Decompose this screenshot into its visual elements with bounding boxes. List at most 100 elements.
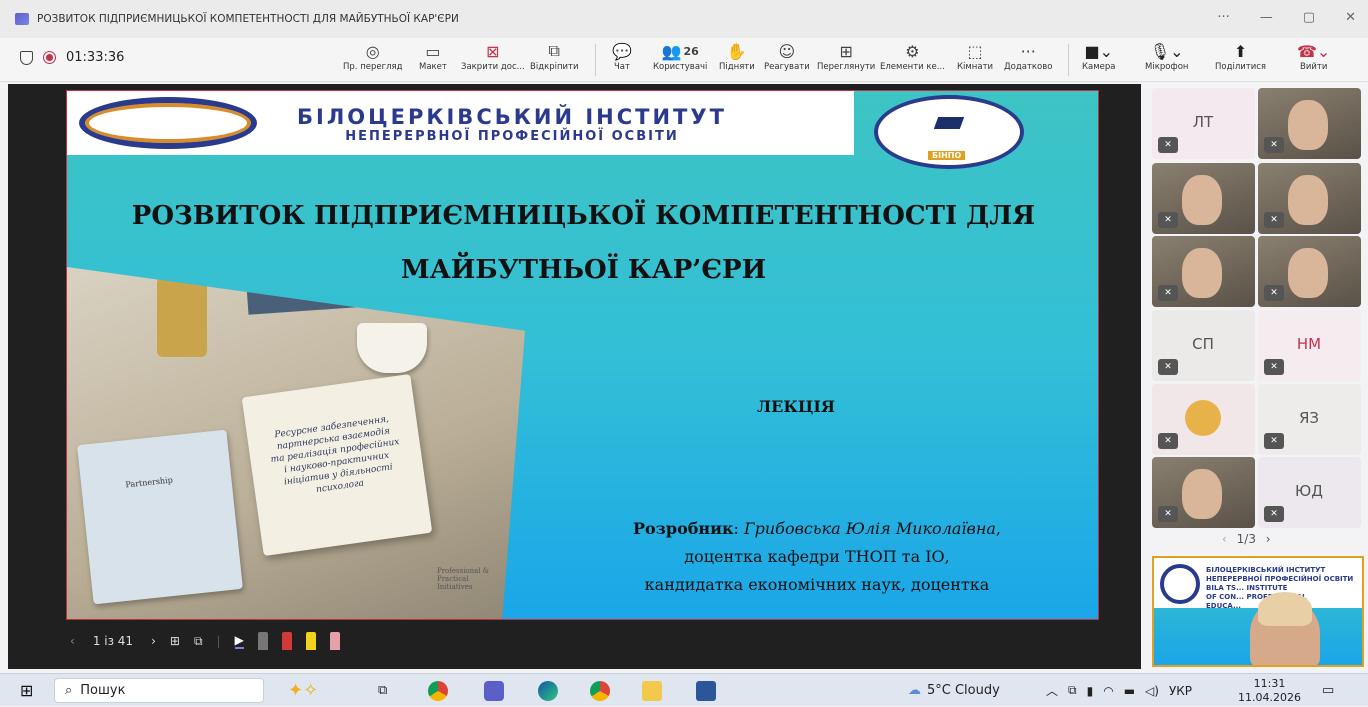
participant-tile[interactable]: НМ ✕ bbox=[1258, 310, 1361, 381]
close-icon[interactable]: ✕ bbox=[1345, 10, 1356, 25]
settings-sliders-icon[interactable]: ⧉ bbox=[194, 634, 203, 649]
camera-button[interactable]: ■⌄ Камера bbox=[1082, 40, 1116, 80]
preview-button[interactable]: ◎ Пр. перегляд bbox=[343, 40, 403, 80]
taskbar-app[interactable] bbox=[428, 674, 448, 707]
participant-tile[interactable]: ✕ bbox=[1152, 457, 1255, 528]
close-share-icon: ⊠ bbox=[486, 41, 500, 61]
mic-muted-icon: ✕ bbox=[1158, 359, 1178, 375]
clipboard-image: Partnership bbox=[77, 430, 243, 605]
copilot-sparkle-icon[interactable]: ✦✧ bbox=[288, 674, 318, 707]
participant-initials: ЮД bbox=[1295, 482, 1323, 500]
mic-tray-icon[interactable]: ▮ bbox=[1087, 684, 1094, 698]
taskbar-search[interactable]: ⌕ Пошук bbox=[54, 678, 264, 703]
author-block: Розробник: Грибовська Юлія Миколаївна, д… bbox=[632, 519, 1002, 594]
mic-muted-icon: ✕ bbox=[1264, 137, 1284, 153]
participant-tile[interactable]: ✕ bbox=[1152, 384, 1255, 455]
view-button[interactable]: ⊞ Переглянути bbox=[817, 40, 875, 80]
maximize-icon[interactable]: ▢ bbox=[1303, 10, 1315, 25]
participant-tile[interactable]: ✕ bbox=[1258, 88, 1361, 159]
participant-tile[interactable]: ✕ bbox=[1258, 163, 1361, 234]
grid-view-icon[interactable]: ⊞ bbox=[170, 634, 180, 648]
more-button[interactable]: ··· Додатково bbox=[1004, 40, 1052, 80]
pointer-tool-icon[interactable]: ▶ bbox=[234, 633, 244, 649]
presenter-video-tile[interactable]: БІЛОЦЕРКІВСЬКИЙ ІНСТИТУТ НЕПЕРЕРВНОЇ ПРО… bbox=[1152, 556, 1364, 667]
next-slide-icon[interactable]: › bbox=[151, 634, 156, 648]
leave-button[interactable]: ☎⌄ Вийти bbox=[1297, 40, 1330, 80]
stop-sharing-button[interactable]: ⊠ Закрити дос... bbox=[461, 40, 525, 80]
pencil-cup-image bbox=[157, 277, 207, 357]
wifi-icon[interactable]: ◠ bbox=[1103, 684, 1113, 698]
more-icon: ··· bbox=[1020, 41, 1036, 61]
mic-muted-icon: ✕ bbox=[1264, 285, 1284, 301]
notebook-image: Ресурсне забезпечення, партнерська взаєм… bbox=[242, 374, 433, 556]
rooms-button[interactable]: ⬚ Кімнати bbox=[957, 40, 993, 80]
windows-taskbar: ⊞ ⌕ Пошук ✦✧ ⧉ ☁ 5°C Cloudy ︿ ⧉ ▮ ◠ ▬ ◁)… bbox=[0, 673, 1368, 706]
taskbar-app[interactable] bbox=[590, 674, 610, 707]
layout-button[interactable]: ▭ Макет bbox=[419, 40, 447, 80]
apps-button[interactable]: ⚙ Елементи ке... bbox=[880, 40, 945, 80]
participant-tile[interactable]: ЯЗ ✕ bbox=[1258, 384, 1361, 455]
mic-muted-icon: ✕ bbox=[1158, 285, 1178, 301]
taskbar-app[interactable] bbox=[642, 674, 662, 707]
battery-icon[interactable]: ▬ bbox=[1124, 684, 1135, 698]
react-button[interactable]: ☺ Реагувати bbox=[764, 40, 810, 80]
apps-icon: ⚙ bbox=[905, 41, 920, 61]
share-button[interactable]: ⬆ Поділитися bbox=[1215, 40, 1266, 80]
taskbar-app[interactable] bbox=[484, 674, 504, 707]
weather-widget[interactable]: ☁ 5°C Cloudy bbox=[908, 674, 1000, 707]
clock[interactable]: 11:31 11.04.2026 bbox=[1238, 674, 1301, 707]
taskbar-app[interactable] bbox=[696, 674, 716, 707]
mic-muted-icon: ✕ bbox=[1264, 212, 1284, 228]
mic-muted-icon: ✕ bbox=[1264, 359, 1284, 375]
mic-muted-icon: ✕ bbox=[1158, 212, 1178, 228]
recording-indicator: 01:33:36 bbox=[20, 50, 124, 65]
participant-initials: НМ bbox=[1296, 335, 1322, 353]
red-pen-icon[interactable] bbox=[281, 632, 292, 650]
tray-chevron-icon[interactable]: ︿ bbox=[1046, 682, 1058, 699]
teams-icon bbox=[484, 680, 504, 701]
participant-tile[interactable]: ЮД ✕ bbox=[1258, 457, 1361, 528]
participant-tile[interactable]: ✕ bbox=[1152, 236, 1255, 307]
volume-icon[interactable]: ◁) bbox=[1145, 684, 1159, 698]
participant-video bbox=[1288, 248, 1328, 298]
lecture-label: ЛЕКЦІЯ bbox=[757, 397, 835, 416]
language-indicator[interactable]: УКР bbox=[1169, 684, 1192, 698]
professional-note: Professional & Practical Initiatives bbox=[437, 567, 490, 591]
participant-video bbox=[1182, 248, 1222, 298]
participant-tile[interactable]: ✕ bbox=[1152, 163, 1255, 234]
mic-muted-icon: ✕ bbox=[1264, 506, 1284, 522]
tray-app-icon[interactable]: ⧉ bbox=[1068, 683, 1077, 698]
eraser-icon[interactable] bbox=[329, 632, 340, 650]
windows-logo-icon: ⊞ bbox=[20, 681, 34, 700]
notifications-icon[interactable]: ▭ bbox=[1322, 674, 1334, 707]
participant-video bbox=[1182, 175, 1222, 225]
participants-button[interactable]: 👥 26 Користувачі bbox=[653, 40, 707, 80]
institute-header: БІЛОЦЕРКІВСЬКИЙ ІНСТИТУТ НЕПЕРЕРВНОЇ ПРО… bbox=[67, 91, 854, 155]
participant-initials: ЯЗ bbox=[1298, 409, 1320, 427]
start-button[interactable]: ⊞ bbox=[20, 674, 33, 707]
word-icon bbox=[696, 680, 716, 701]
participant-tile[interactable]: СП ✕ bbox=[1152, 310, 1255, 381]
pager-prev-icon[interactable]: ‹ bbox=[1222, 532, 1227, 546]
highlighter-icon[interactable] bbox=[305, 632, 316, 650]
raise-hand-button[interactable]: ✋ Підняти bbox=[719, 40, 755, 80]
coffee-cup-image bbox=[357, 323, 427, 373]
participant-tile[interactable]: ЛТ ✕ bbox=[1152, 88, 1255, 159]
laser-tool-icon[interactable] bbox=[257, 632, 268, 650]
search-input[interactable]: Пошук bbox=[80, 683, 125, 698]
pager-next-icon[interactable]: › bbox=[1266, 532, 1271, 546]
microphone-button[interactable]: 🎙⌄ Мікрофон bbox=[1145, 40, 1188, 80]
taskbar-app[interactable] bbox=[538, 674, 558, 707]
participant-tile[interactable]: ✕ bbox=[1258, 236, 1361, 307]
unpin-button[interactable]: ⧉ Відкріпити bbox=[530, 40, 579, 80]
more-options-icon[interactable]: ··· bbox=[1217, 10, 1229, 25]
leave-icon: ☎⌄ bbox=[1297, 41, 1331, 61]
task-view-icon[interactable]: ⧉ bbox=[378, 674, 387, 707]
eye-icon: ◎ bbox=[365, 41, 380, 61]
share-icon: ⬆ bbox=[1233, 41, 1248, 61]
minimize-icon[interactable]: — bbox=[1260, 10, 1273, 25]
prev-slide-icon[interactable]: ‹ bbox=[70, 634, 75, 648]
raise-hand-icon: ✋ bbox=[726, 41, 747, 61]
binpo-seal-logo: БІНПО bbox=[874, 95, 1024, 169]
chat-button[interactable]: 💬 Чат bbox=[612, 40, 632, 80]
